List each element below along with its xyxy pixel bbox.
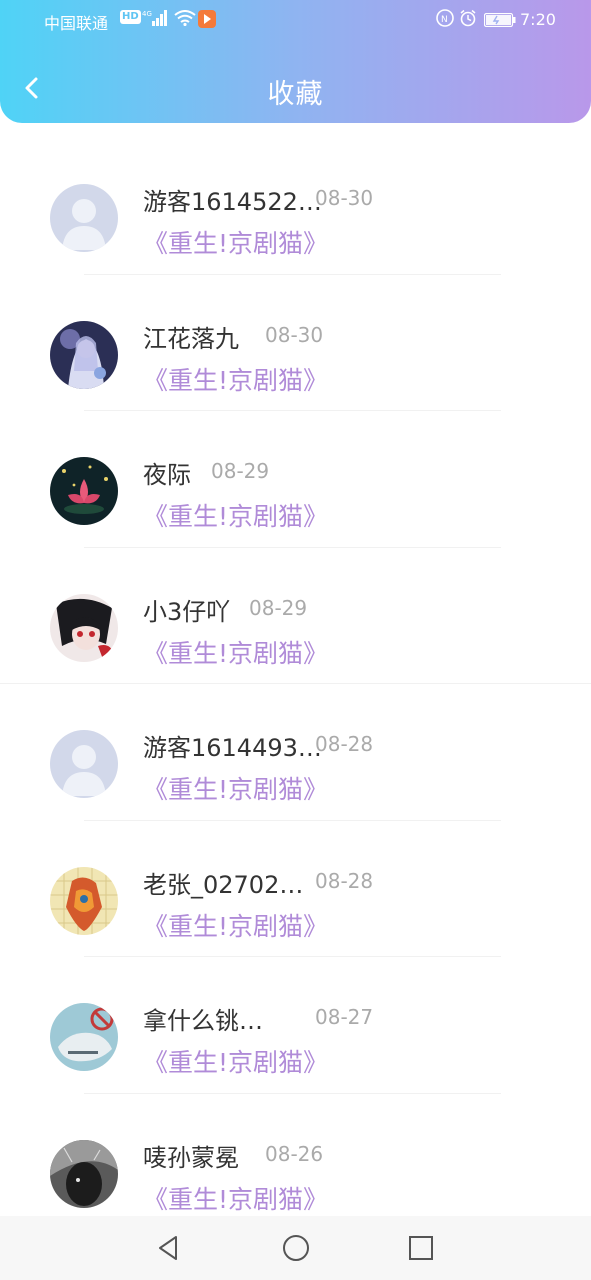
status-bar: 中国联通 HD 4G N 7:20 [0, 0, 591, 40]
alarm-icon [459, 9, 477, 31]
svg-text:4G: 4G [142, 10, 152, 18]
default-avatar [50, 730, 118, 798]
work-title[interactable]: 《重生!京剧猫》 [143, 361, 328, 397]
hd-badge: HD [120, 10, 141, 24]
favorites-list: 游客1614522… 08-30 《重生!京剧猫》 江花落九 08-30 《重生… [0, 138, 591, 1230]
username: 拿什么铫… [143, 1007, 263, 1035]
nav-home-button[interactable] [281, 1233, 311, 1263]
app-header: 中国联通 HD 4G N 7:20 收藏 [0, 0, 591, 123]
work-title[interactable]: 《重生!京剧猫》 [143, 907, 328, 943]
nav-back-button[interactable] [154, 1233, 184, 1263]
lotus-avatar [50, 457, 118, 525]
work-title[interactable]: 《重生!京剧猫》 [143, 497, 328, 533]
work-title[interactable]: 《重生!京剧猫》 [143, 224, 328, 260]
clock-time: 7:20 [520, 10, 556, 29]
triangle-back-icon [159, 1236, 177, 1260]
work-title[interactable]: 《重生!京剧猫》 [143, 1180, 328, 1216]
work-title[interactable]: 《重生!京剧猫》 [143, 770, 328, 806]
work-title[interactable]: 《重生!京剧猫》 [143, 1043, 328, 1079]
date: 08-26 [265, 1141, 324, 1166]
date: 08-29 [249, 595, 308, 620]
default-avatar [50, 184, 118, 252]
list-item[interactable]: 夜际 08-29 《重生!京剧猫》 [0, 411, 591, 548]
date: 08-30 [315, 186, 374, 210]
mosaic-avatar [50, 866, 118, 935]
anime-girl-avatar [50, 320, 118, 389]
date: 08-27 [315, 1005, 374, 1029]
signal-icon: 4G [142, 9, 168, 31]
username: 夜际 [143, 461, 191, 489]
date: 08-28 [315, 732, 374, 756]
page-title: 收藏 [267, 79, 324, 110]
username: 小3仔吖 [143, 597, 231, 626]
username: 游客1614493… [143, 734, 322, 762]
system-nav-bar [0, 1216, 591, 1280]
list-item[interactable]: 老张_02702… 08-28 《重生!京剧猫》 [0, 821, 591, 957]
wifi-icon [174, 10, 196, 30]
username: 江花落九 [143, 324, 239, 353]
list-item[interactable]: 小3仔吖 08-29 《重生!京剧猫》 [0, 548, 591, 684]
list-item[interactable]: 唛孙蒙冕 08-26 《重生!京剧猫》 [0, 1094, 591, 1231]
carrier-label: 中国联通 [44, 14, 109, 33]
date: 08-30 [265, 322, 324, 347]
monochrome-avatar [50, 1139, 118, 1208]
username: 老张_02702… [143, 870, 304, 899]
battery-icon [483, 12, 516, 31]
svg-text:N: N [441, 15, 448, 25]
square-recents-icon [409, 1236, 433, 1260]
list-item[interactable]: 游客1614493… 08-28 《重生!京剧猫》 [0, 684, 591, 821]
username: 唛孙蒙冕 [143, 1143, 239, 1172]
list-item[interactable]: 游客1614522… 08-30 《重生!京剧猫》 [0, 138, 591, 275]
dark-character-avatar [50, 593, 118, 662]
list-item[interactable]: 江花落九 08-30 《重生!京剧猫》 [0, 275, 591, 411]
work-title[interactable]: 《重生!京剧猫》 [143, 634, 328, 670]
list-item[interactable]: 拿什么铫… 08-27 《重生!京剧猫》 [0, 957, 591, 1094]
username: 游客1614522… [143, 188, 322, 216]
nfc-icon: N [436, 9, 454, 31]
circle-home-icon [283, 1235, 309, 1261]
date: 08-29 [211, 459, 270, 483]
date: 08-28 [315, 868, 374, 893]
nav-recents-button[interactable] [406, 1233, 436, 1263]
hand-avatar [50, 1003, 118, 1071]
app-notification-icon [198, 10, 216, 28]
